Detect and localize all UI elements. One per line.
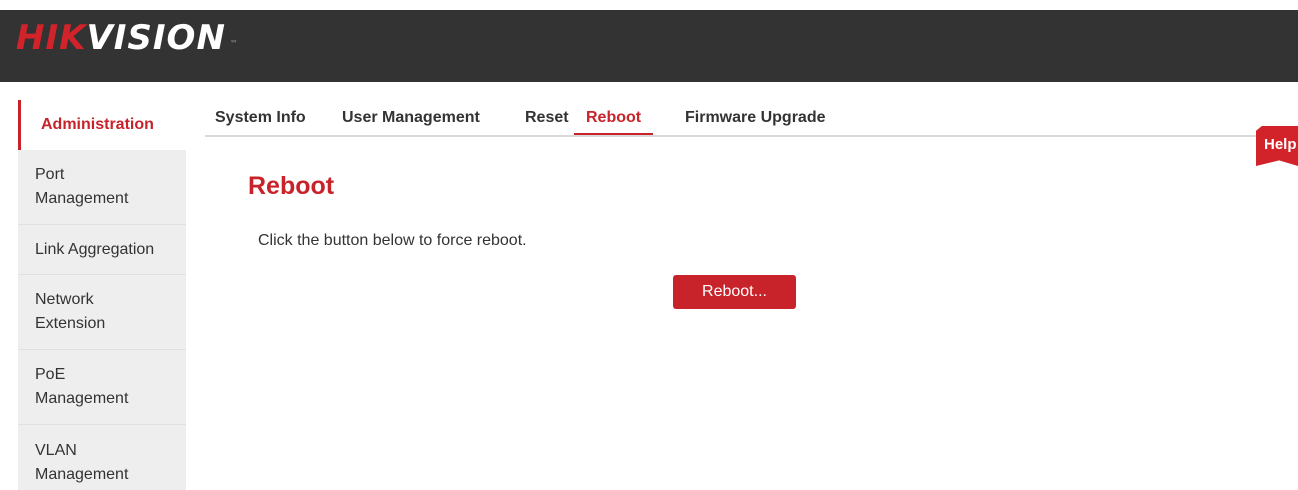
sidebar-item-network-extension[interactable]: Network Extension [18,275,186,350]
sidebar-item-vlan-management[interactable]: VLAN Management [18,425,186,490]
sidebar-item-administration[interactable]: Administration [18,100,186,150]
sidebar-item-label: PoE Management [35,366,129,407]
tab-reset[interactable]: Reset [525,108,569,135]
tab-reboot[interactable]: Reboot [574,108,654,135]
sidebar-item-label: Network Extension [35,291,106,332]
sidebar-item-label: Administration [41,116,154,133]
tab-user-management[interactable]: User Management [342,108,480,135]
sidebar-item-port-management[interactable]: Port Management [18,150,186,225]
sidebar-item-poe-management[interactable]: PoE Management [18,350,186,425]
tab-bar: System Info User Management Reset Reboot… [205,100,1298,137]
tab-system-info[interactable]: System Info [215,108,306,135]
sidebar-item-link-aggregation[interactable]: Link Aggregation [18,225,186,275]
reboot-button[interactable]: Reboot... [673,275,796,309]
sidebar: Administration Port Management Link Aggr… [18,100,186,490]
tab-firmware-upgrade[interactable]: Firmware Upgrade [685,108,825,135]
trademark-mark: ™ [229,39,239,48]
reboot-description: Click the button below to force reboot. [258,232,527,249]
hikvision-logo: HIKVISION ™ [16,16,238,60]
sidebar-item-label: Port Management [35,166,129,207]
logo-text-red: HIK [16,18,87,58]
help-button[interactable]: Help [1256,126,1298,166]
sidebar-item-label: VLAN Management [35,442,129,483]
page-title: Reboot [248,172,335,200]
logo-text-white: VISION [86,18,226,58]
top-header: HIKVISION ™ [0,10,1298,82]
sidebar-item-label: Link Aggregation [35,240,155,258]
